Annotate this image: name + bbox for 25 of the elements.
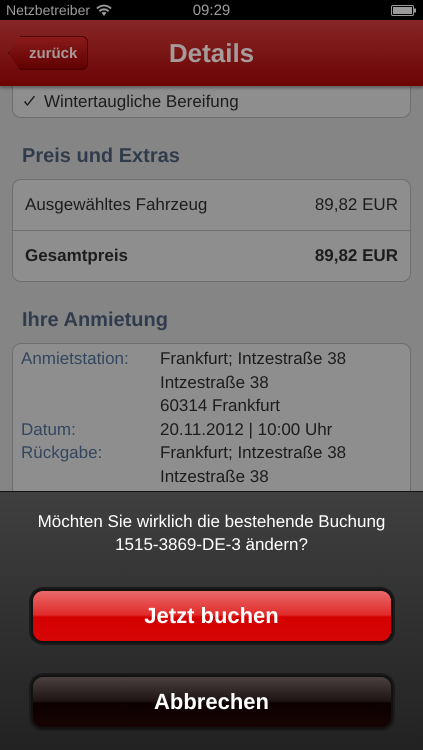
price-value: 89,82 EUR [314,246,398,266]
detail-value: Frankfurt; Intzestraße 38 [160,348,348,370]
detail-label: Anmietstation: [21,348,130,370]
screen-title: Details [168,38,254,68]
section-header: Preis und Extras [21,144,181,169]
battery-icon [391,4,417,16]
extra-label: Wintertaugliche Bereifung [44,92,239,112]
cancel-button[interactable]: Abbrechen [30,675,392,729]
detail-value: Intzestraße 38 [160,466,270,488]
confirm-button[interactable]: Jetzt buchen [30,589,392,643]
detail-value: 60314 Frankfurt [160,395,282,417]
price-label: Gesamtpreis [25,246,128,266]
price-value: 89,82 EUR [314,195,398,215]
carrier-name: Netzbetreiber [6,2,90,18]
price-label: Ausgewähltes Fahrzeug [25,195,208,215]
detail-label: Rückgabe: [21,442,104,464]
back-button[interactable]: zurück [8,36,88,70]
confirm-message: Möchten Sie wirklich die bestehende Buchung 1515-3869-DE-3 ändern? [36,511,386,556]
detail-value: 20.11.2012 | 10:00 Uhr [160,418,334,441]
detail-label: Datum: [21,418,77,440]
detail-value: Frankfurt; Intzestraße 38 [160,442,348,464]
section-header: Ihre Anmietung [21,308,169,333]
detail-value: Intzestraße 38 [160,372,270,394]
wifi-icon [96,4,112,16]
clock-time: 09:29 [192,2,230,18]
